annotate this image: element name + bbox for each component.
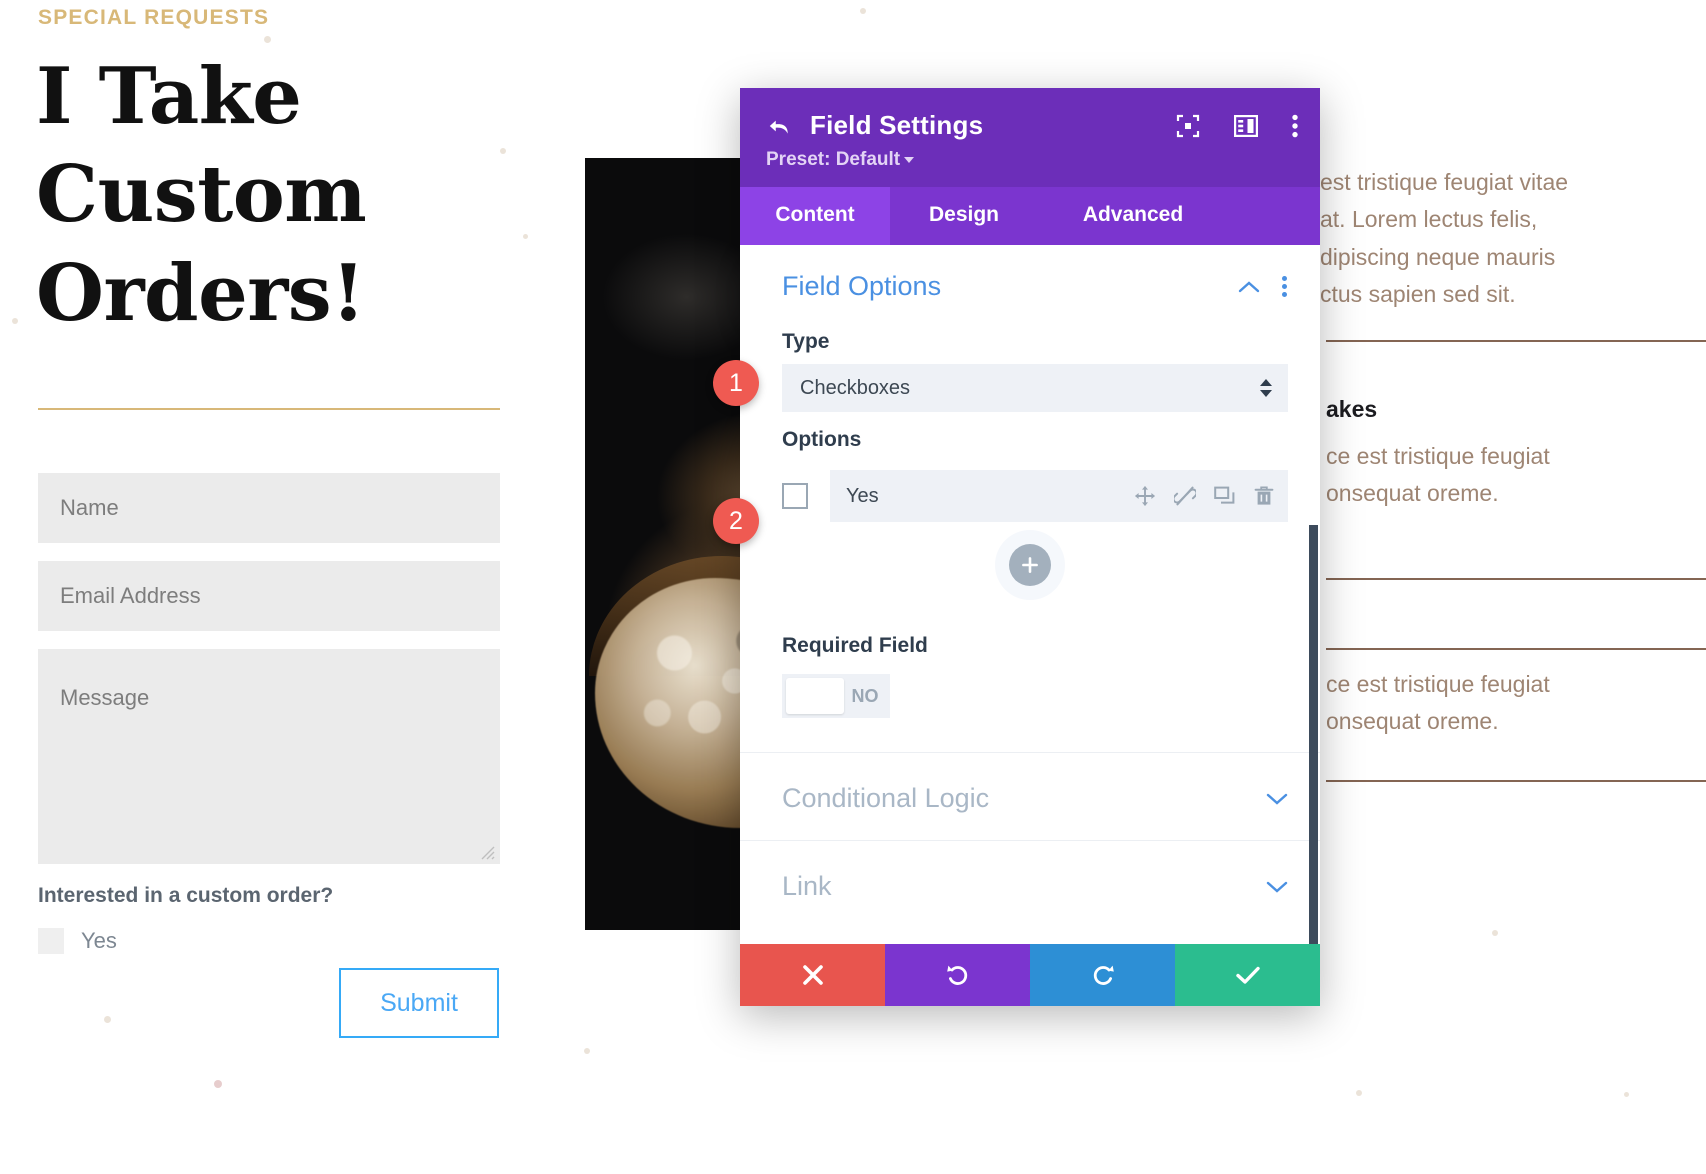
right-paragraph-top: est tristique feugiat vitae at. Lorem le…	[1320, 169, 1569, 307]
submit-button[interactable]: Submit	[339, 968, 499, 1038]
back-arrow-icon[interactable]	[766, 113, 792, 139]
yes-checkbox[interactable]	[38, 928, 64, 954]
layout-panel-icon[interactable]	[1234, 115, 1258, 137]
modal-footer	[740, 944, 1320, 1006]
conditional-logic-title: Conditional Logic	[782, 783, 990, 813]
undo-icon	[946, 965, 967, 985]
toggle-knob	[786, 678, 844, 714]
stepper-arrows-icon[interactable]	[1260, 379, 1272, 397]
modal-header: Field Settings Preset: Default	[740, 88, 1320, 187]
option-text-input[interactable]: Yes	[830, 470, 1288, 522]
disconnect-icon[interactable]	[1174, 485, 1196, 507]
field-options-section-header[interactable]: Field Options	[740, 245, 1320, 314]
check-icon	[1235, 966, 1260, 984]
checkbox-row[interactable]: Yes	[38, 928, 117, 954]
divider-rule	[1326, 340, 1706, 342]
option-checkbox[interactable]	[782, 483, 808, 509]
option-text-value: Yes	[846, 484, 879, 507]
right-card-body-2: ce est tristique feugiat onsequat oreme.	[1326, 671, 1550, 735]
redo-button[interactable]	[1030, 944, 1175, 1006]
site-left-column: SPECIAL REQUESTS I Take Custom Orders! N…	[0, 0, 600, 1174]
delete-icon[interactable]	[1254, 485, 1274, 507]
preset-label: Preset: Default	[766, 149, 901, 170]
tab-advanced[interactable]: Advanced	[1038, 187, 1228, 245]
email-input[interactable]: Email Address	[38, 561, 500, 631]
callout-badge-2: 2	[713, 498, 759, 544]
speck	[860, 8, 866, 14]
preset-selector[interactable]: Preset: Default	[766, 149, 1294, 171]
tab-content[interactable]: Content	[740, 187, 890, 245]
chevron-down-icon[interactable]	[1266, 880, 1288, 894]
divider-rule	[1326, 648, 1706, 650]
conditional-logic-section-header[interactable]: Conditional Logic	[740, 753, 1320, 840]
duplicate-icon[interactable]	[1214, 485, 1236, 507]
required-field-label: Required Field	[782, 634, 928, 657]
divider-rule	[1326, 578, 1706, 580]
plus-icon	[1022, 557, 1038, 573]
callout-badge-1: 1	[713, 360, 759, 406]
checkbox-question-label: Interested in a custom order?	[38, 884, 334, 907]
modal-tabs: Content Design Advanced	[740, 187, 1320, 245]
chevron-down-icon[interactable]	[1266, 792, 1288, 806]
message-placeholder: Message	[60, 685, 150, 710]
gold-divider	[38, 408, 500, 410]
modal-scrollbar[interactable]	[1309, 525, 1318, 944]
message-textarea[interactable]: Message	[38, 649, 500, 864]
eyebrow-label: SPECIAL REQUESTS	[38, 6, 270, 29]
required-field-toggle[interactable]: NO	[782, 674, 890, 718]
modal-body: Field Options Type Checkboxes Options Ye…	[740, 245, 1320, 944]
right-card-body-1: ce est tristique feugiat onsequat oreme.	[1326, 443, 1550, 507]
close-icon	[802, 965, 823, 985]
site-right-column: est tristique feugiat vitae at. Lorem le…	[1320, 0, 1706, 1174]
undo-button[interactable]	[885, 944, 1030, 1006]
name-input[interactable]: Name	[38, 473, 500, 543]
section-kebab-icon[interactable]	[1282, 273, 1288, 300]
focus-icon[interactable]	[1176, 114, 1200, 138]
link-title: Link	[782, 871, 832, 901]
redo-icon	[1093, 965, 1114, 985]
name-placeholder: Name	[60, 495, 119, 520]
cancel-button[interactable]	[740, 944, 885, 1006]
screen-root: SPECIAL REQUESTS I Take Custom Orders! N…	[0, 0, 1706, 1174]
move-icon[interactable]	[1134, 485, 1156, 507]
page-title: I Take Custom Orders!	[36, 51, 367, 339]
required-field-state: NO	[851, 685, 879, 706]
yes-checkbox-label: Yes	[81, 928, 117, 953]
type-select-value: Checkboxes	[800, 376, 911, 399]
type-select[interactable]: Checkboxes	[782, 364, 1288, 412]
kebab-menu-icon[interactable]	[1292, 114, 1298, 138]
chevron-down-icon	[904, 156, 915, 163]
type-label: Type	[782, 330, 830, 353]
chevron-up-icon[interactable]	[1238, 280, 1260, 294]
right-card-title: akes	[1326, 396, 1378, 422]
options-label: Options	[782, 428, 862, 451]
email-placeholder: Email Address	[60, 583, 201, 608]
modal-title: Field Settings	[810, 110, 984, 140]
tab-design[interactable]: Design	[890, 187, 1038, 245]
divider-rule	[1326, 780, 1706, 782]
field-settings-modal: Field Settings Preset: Default Content D…	[740, 88, 1320, 1006]
save-button[interactable]	[1175, 944, 1320, 1006]
modal-header-icons	[1176, 114, 1298, 138]
add-option-button[interactable]	[1009, 544, 1051, 586]
link-section-header[interactable]: Link	[740, 841, 1320, 914]
option-row[interactable]: Yes	[740, 470, 1320, 522]
field-options-title: Field Options	[782, 271, 942, 301]
submit-button-label: Submit	[380, 988, 458, 1017]
resize-grip-icon[interactable]	[481, 846, 495, 860]
